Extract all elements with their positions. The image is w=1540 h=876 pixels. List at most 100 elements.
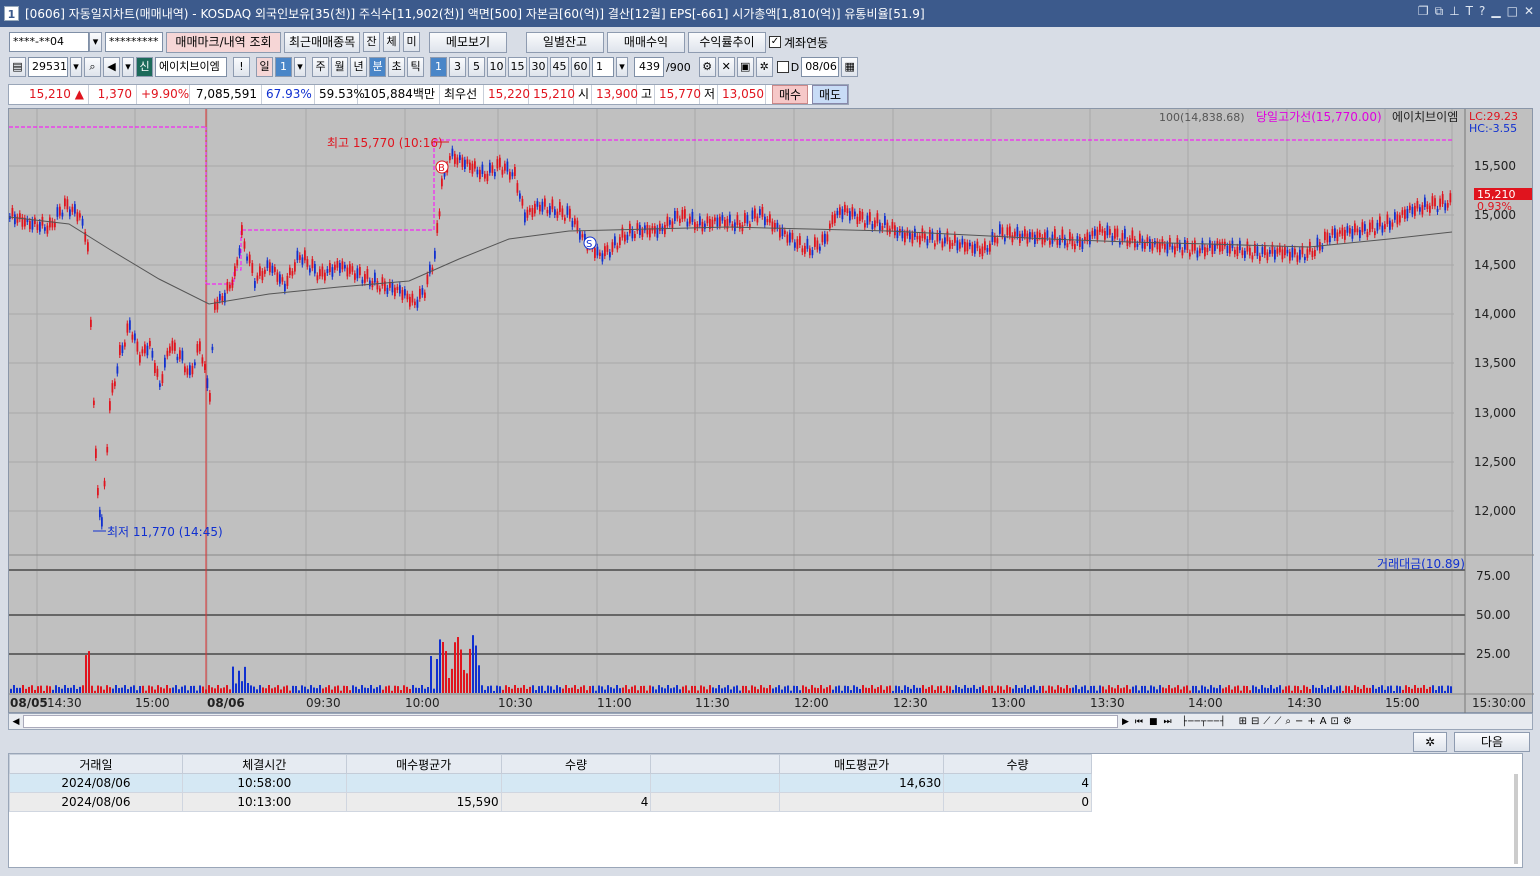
- interval-45[interactable]: 45: [550, 57, 569, 77]
- date-input[interactable]: 08/06: [801, 57, 840, 77]
- period-year[interactable]: 년: [350, 57, 367, 77]
- window-title-bar: 1 [0606] 자동일지차트(매매내역) - KOSDAQ 외국인보유[35(…: [0, 0, 1540, 27]
- price-chart[interactable]: 100(14,838.68) 당일고가선(15,770.00) 에이치브이엠 L…: [9, 109, 1534, 714]
- period-month[interactable]: 월: [331, 57, 348, 77]
- stop-icon[interactable]: ■: [1149, 717, 1158, 727]
- day-high-legend: 당일고가선(15,770.00): [1256, 110, 1382, 124]
- scroll-thumb[interactable]: [23, 715, 1118, 728]
- period-second[interactable]: 초: [388, 57, 405, 77]
- quote-bar: 15,210 ▲ 1,370 +9.90% 7,085,591 67.93% 5…: [8, 84, 849, 105]
- restore-icon[interactable]: ❐: [1418, 4, 1429, 19]
- low-label: 저: [700, 85, 718, 104]
- recent-stocks-button[interactable]: 최근매매종목: [284, 31, 360, 53]
- col-exec-time: 체결시간: [181, 754, 347, 774]
- cell-date: 2024/08/06: [9, 792, 183, 812]
- interval-5[interactable]: 5: [468, 57, 485, 77]
- volume-legend: 거래대금(10.89): [1377, 557, 1465, 571]
- price-tick-label: 15,000: [1474, 208, 1516, 222]
- bar-count-input[interactable]: 439: [634, 57, 664, 77]
- table-row[interactable]: 2024/08/06 10:58:00 14,630 4: [9, 773, 1092, 793]
- next-icon[interactable]: ⏭: [1164, 717, 1172, 727]
- ratio-1: 67.93%: [262, 85, 315, 104]
- close-icon[interactable]: ✕: [1524, 4, 1534, 19]
- che-button[interactable]: 체: [383, 32, 400, 52]
- time-label: 10:30: [498, 696, 533, 710]
- high-annotation: 최고 15,770 (10:16): [327, 136, 443, 150]
- search-icon[interactable]: ⌕: [84, 57, 101, 77]
- interval-3[interactable]: 3: [449, 57, 466, 77]
- trade-profit-button[interactable]: 매매수익: [607, 31, 685, 53]
- period-tick[interactable]: 틱: [407, 57, 424, 77]
- settings-icon[interactable]: ✲: [755, 57, 773, 77]
- col-sell-avg: 매도평균가: [779, 754, 945, 774]
- d-label: D: [790, 60, 800, 74]
- sell-button[interactable]: 매도: [812, 85, 848, 104]
- trade-mark-button[interactable]: 매매마크/내역 조회: [166, 31, 281, 53]
- help-icon[interactable]: ?: [1479, 4, 1485, 19]
- scroll-right-icon[interactable]: ▶: [1122, 717, 1129, 727]
- interval-30[interactable]: 30: [529, 57, 548, 77]
- chevron-down-icon[interactable]: ▾: [616, 57, 628, 77]
- cell-sell-avg: [779, 792, 945, 812]
- speaker-icon[interactable]: ◀: [103, 57, 120, 77]
- minimize-icon[interactable]: ▁: [1491, 4, 1500, 19]
- d-checkbox[interactable]: [776, 61, 789, 73]
- window-controls: ❐ ⧉ ⊥ T ? ▁ □ ✕: [1418, 4, 1534, 19]
- mi-button[interactable]: 미: [403, 32, 420, 52]
- buy-button[interactable]: 매수: [772, 85, 808, 104]
- period-minute[interactable]: 분: [369, 57, 386, 77]
- jan-button[interactable]: 잔: [363, 32, 380, 52]
- first-icon[interactable]: ⏮: [1135, 717, 1143, 727]
- best-bid: 15,210: [529, 85, 575, 104]
- daily-balance-button[interactable]: 일별잔고: [526, 31, 604, 53]
- maximize-icon[interactable]: □: [1507, 4, 1518, 19]
- interval-1[interactable]: 1: [430, 57, 447, 77]
- stock-code-input[interactable]: 295310: [28, 57, 68, 77]
- return-trend-button[interactable]: 수익률추이: [688, 31, 766, 53]
- interval-10[interactable]: 10: [487, 57, 506, 77]
- table-scrollbar[interactable]: [1514, 774, 1518, 864]
- zoom-slider[interactable]: ├──┬──┤: [1182, 717, 1227, 727]
- chart-scrollbar[interactable]: ◀ ▶ ⏮ ■ ⏭ ├──┬──┤ ⊞⊟⟋⟋⌕−+A⊡⚙: [8, 713, 1533, 730]
- period-day-count[interactable]: 1: [275, 57, 292, 77]
- chevron-down-icon[interactable]: ▾: [89, 32, 102, 52]
- account-select[interactable]: ****-**04: [9, 32, 89, 52]
- stock-name: 에이치브이엠: [155, 57, 227, 77]
- scroll-left-icon[interactable]: ◀: [9, 717, 23, 727]
- best-quote-label: 최우선: [440, 85, 484, 104]
- settings-button[interactable]: ✲: [1413, 732, 1447, 752]
- password-field[interactable]: *********: [105, 32, 163, 52]
- period-week[interactable]: 주: [312, 57, 329, 77]
- chevron-down-icon[interactable]: ▾: [294, 57, 306, 77]
- table-row[interactable]: 2024/08/06 10:13:00 15,590 4 0: [9, 792, 1092, 812]
- cell-buy-qty: 4: [500, 792, 652, 812]
- interval-value[interactable]: 1: [592, 57, 614, 77]
- alert-button[interactable]: !: [233, 57, 250, 77]
- pin-icon[interactable]: ⊥: [1449, 4, 1459, 19]
- save-icon[interactable]: ▣: [736, 57, 754, 77]
- next-button[interactable]: 다음: [1454, 732, 1530, 752]
- chart-area[interactable]: 100(14,838.68) 당일고가선(15,770.00) 에이치브이엠 L…: [8, 108, 1534, 714]
- interval-15[interactable]: 15: [508, 57, 527, 77]
- draw-tools-icon[interactable]: ⊞⊟⟋⟋⌕−+A⊡⚙: [1239, 716, 1356, 727]
- memo-button[interactable]: 메모보기: [429, 31, 507, 53]
- chevron-down-icon[interactable]: ▾: [70, 57, 82, 77]
- volume-tick-label: 25.00: [1476, 647, 1510, 661]
- indicator-icon[interactable]: ⚙: [698, 57, 716, 77]
- calendar-icon[interactable]: ▦: [841, 57, 859, 77]
- font-icon[interactable]: T: [1466, 4, 1473, 19]
- stock-legend: 에이치브이엠: [1392, 110, 1458, 124]
- chevron-down-icon[interactable]: ▾: [122, 57, 134, 77]
- tool-icon[interactable]: ✕: [717, 57, 735, 77]
- time-label: 09:30: [306, 696, 341, 710]
- interval-60[interactable]: 60: [571, 57, 590, 77]
- link-checkbox[interactable]: ✓: [769, 36, 781, 48]
- high-price: 15,770: [655, 85, 701, 104]
- period-day[interactable]: 일: [256, 57, 273, 77]
- layout-icon[interactable]: ▤: [9, 57, 26, 77]
- cell-date: 2024/08/06: [9, 773, 183, 793]
- time-label: 15:30:00: [1472, 696, 1526, 710]
- col-buy-qty: 수량: [500, 754, 652, 774]
- copy-icon[interactable]: ⧉: [1435, 4, 1444, 19]
- time-label: 13:00: [991, 696, 1026, 710]
